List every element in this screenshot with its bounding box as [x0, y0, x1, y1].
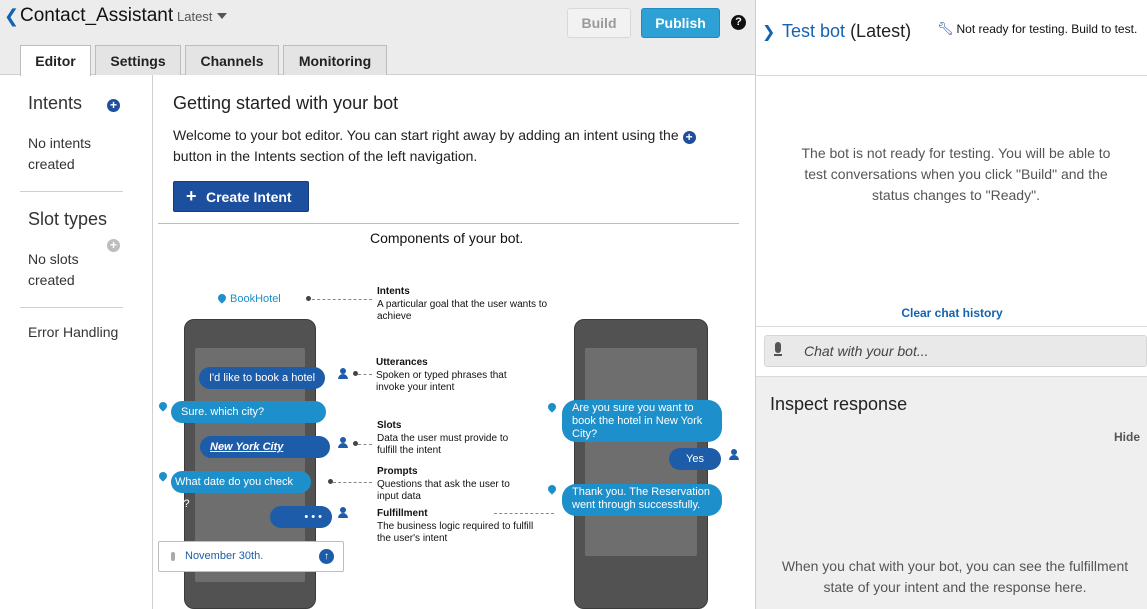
test-bot-label: Test bot [782, 21, 846, 41]
bot-bubble: Sure. which city? [171, 401, 326, 423]
inspect-response-title: Inspect response [770, 394, 908, 414]
user-icon [338, 507, 348, 518]
sidebar-divider [20, 307, 123, 308]
legend-utterances-desc: Spoken or typed phrases that invoke your… [376, 370, 507, 393]
connector-line [333, 482, 372, 483]
input-value: November 30th. [185, 550, 264, 562]
version-dropdown[interactable]: Latest [177, 9, 228, 24]
legend-prompts-desc: Questions that ask the user to input dat… [377, 479, 510, 502]
tab-settings[interactable]: Settings [95, 45, 181, 75]
typing-bubble: • • • [270, 506, 332, 528]
create-intent-label: Create Intent [206, 189, 292, 205]
send-arrow-icon: ↑ [319, 549, 334, 564]
publish-button[interactable]: Publish [641, 8, 720, 38]
section-divider [158, 223, 739, 224]
editor-main: Getting started with your bot Welcome to… [154, 75, 755, 609]
legend-slots-title: Slots [377, 420, 402, 431]
chat-input[interactable]: Chat with your bot... [764, 335, 1147, 367]
create-intent-button[interactable]: + Create Intent [173, 181, 309, 212]
test-bot-header: ❯ Test bot (Latest) 🔧︎ Not ready for test… [756, 0, 1147, 76]
connector-line [494, 513, 554, 514]
chat-bubble-icon [546, 483, 558, 495]
diagram-title: Components of your bot. [370, 230, 524, 246]
connector-line [358, 374, 372, 375]
utterance-bubble: I'd like to book a hotel [199, 367, 326, 389]
welcome-text-part1: Welcome to your bot editor. You can star… [173, 127, 679, 143]
no-intents-text: No intents created [28, 135, 92, 172]
hide-link[interactable]: Hide [1114, 430, 1140, 444]
inspect-response-panel: Inspect response Hide When you chat with… [756, 376, 1147, 609]
caret-down-icon [217, 13, 228, 19]
tab-monitoring[interactable]: Monitoring [283, 45, 387, 75]
build-status: 🔧︎ Not ready for testing. Build to test. [937, 21, 1137, 37]
add-intent-icon[interactable]: + [107, 99, 120, 112]
legend-fulfillment-desc: The business logic required to fulfill t… [377, 521, 534, 544]
chat-area: Chat with your bot... [756, 326, 1147, 376]
chevron-right-icon[interactable]: ❯ [762, 22, 775, 42]
user-icon [338, 437, 348, 448]
add-intent-icon: + [682, 131, 696, 144]
legend-slots-desc: Data the user must provide to fulfill th… [377, 433, 509, 456]
not-ready-message: The bot is not ready for testing. You wi… [801, 145, 1111, 203]
clear-chat-history-link[interactable]: Clear chat history [756, 306, 1147, 320]
bot-name: Contact_Assistant [20, 5, 174, 26]
chat-bubble-icon [157, 400, 169, 412]
welcome-text: Welcome to your bot editor. You can star… [173, 125, 703, 167]
legend-fulfillment-title: Fulfillment [377, 508, 428, 519]
confirmation-bubble: Are you sure you want to book the hotel … [562, 400, 722, 442]
chat-bubble-icon [216, 292, 228, 304]
legend-intents-desc: A particular goal that the user wants to… [377, 299, 548, 322]
error-handling-link[interactable]: Error Handling [28, 322, 148, 343]
mic-icon [171, 552, 175, 561]
bot-workspace: ❮ Contact_Assistant Latest Build Publish… [0, 0, 755, 609]
sidebar-divider [20, 191, 123, 192]
back-chevron-icon[interactable]: ❮ [4, 6, 19, 27]
yes-bubble: Yes [669, 448, 721, 470]
help-icon[interactable]: ? [731, 15, 746, 30]
legend-utterances-title: Utterances [376, 357, 428, 368]
chat-bubble-icon [157, 470, 169, 482]
chat-bubble-icon [546, 401, 558, 413]
version-label: Latest [177, 9, 213, 24]
intent-name-label: BookHotel [230, 293, 281, 305]
inspect-response-message: When you chat with your bot, you can see… [781, 558, 1129, 595]
page-title: Getting started with your bot [173, 93, 399, 113]
build-status-text: Not ready for testing. Build to test. [956, 22, 1138, 36]
connector-dot [306, 296, 311, 301]
wrench-icon: 🔧︎ [937, 21, 954, 36]
fulfillment-bubble: Thank you. The Reservation went through … [562, 484, 722, 516]
test-bot-version: (Latest) [850, 21, 912, 41]
chat-input-illustration: November 30th. ↑ [158, 541, 344, 572]
tab-editor[interactable]: Editor [20, 45, 91, 76]
plus-icon: + [186, 186, 197, 206]
microphone-icon[interactable] [774, 342, 782, 360]
tab-channels[interactable]: Channels [185, 45, 279, 75]
welcome-text-part2: button in the Intents section of the lef… [173, 148, 478, 164]
lex-console: ❮ Contact_Assistant Latest Build Publish… [0, 0, 1147, 609]
left-navigation: Intents + No intents created Slot types … [0, 75, 153, 609]
test-bot-title[interactable]: Test bot (Latest) [782, 21, 911, 42]
legend-intents-title: Intents [377, 286, 410, 297]
build-button[interactable]: Build [567, 8, 631, 38]
slot-value-bubble: New York City [200, 436, 330, 458]
user-icon [338, 368, 348, 379]
connector-line [312, 299, 372, 300]
intents-heading: Intents [28, 93, 83, 113]
bot-header: ❮ Contact_Assistant Latest Build Publish… [0, 0, 755, 76]
connector-line [358, 444, 372, 445]
no-slots-text: No slots created [28, 251, 79, 288]
test-bot-panel: ❯ Test bot (Latest) 🔧︎ Not ready for test… [755, 0, 1147, 609]
user-icon [729, 449, 739, 460]
prompt-bubble: What date do you check in? [171, 471, 311, 510]
slot-types-heading: Slot types [28, 209, 108, 229]
legend-prompts-title: Prompts [377, 466, 418, 477]
